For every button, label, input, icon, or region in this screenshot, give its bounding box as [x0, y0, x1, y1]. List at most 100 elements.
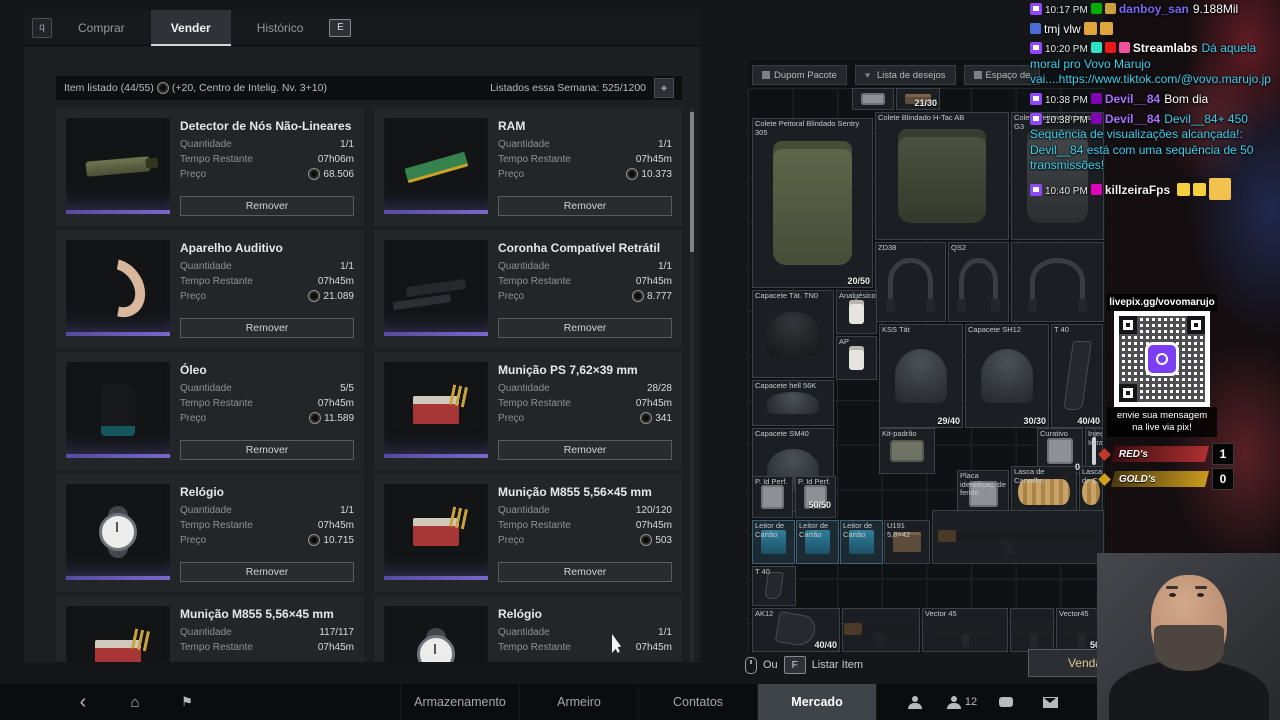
inventory-slot[interactable]: Leitor de Cartão	[840, 520, 883, 564]
inventory-slot[interactable]: AP	[836, 336, 877, 380]
tab-comprar[interactable]: Comprar	[58, 10, 145, 46]
chat-button[interactable]	[996, 684, 1016, 720]
inventory-slot[interactable]: Vector45 50	[1056, 608, 1103, 652]
inventory-slot[interactable]: T 40	[752, 566, 796, 606]
scrollbar-thumb[interactable]	[690, 112, 694, 252]
inventory-slot[interactable]	[842, 608, 920, 652]
inventory-slot[interactable]: Analgésico	[836, 290, 877, 334]
detector-icon	[85, 155, 151, 177]
squad-button[interactable]	[905, 684, 925, 720]
inventory-slot[interactable]: Capacete hell 56K	[752, 380, 834, 426]
mail-icon	[1042, 696, 1058, 708]
mail-button[interactable]	[1040, 684, 1060, 720]
inventory-slot[interactable]: AK12 40/40	[752, 608, 840, 652]
item-count: 0	[1074, 462, 1080, 472]
listing-card[interactable]: Detector de Nós Não-Lineares Quantidade 1…	[56, 108, 364, 226]
chat-username: killzeiraFps	[1104, 182, 1171, 197]
friends-button[interactable]: 12	[940, 684, 984, 720]
inventory-slot[interactable]: QS2	[948, 242, 1009, 322]
inventory-slot[interactable]: Colete Blindado H-Tac AB	[875, 112, 1009, 240]
flag-button[interactable]: ⚑	[172, 684, 202, 720]
inventory-slot[interactable]: ZD38	[875, 242, 946, 322]
inventory-slot[interactable]: Colete Peitoral Blindado Sentry 305 20/50	[752, 118, 873, 288]
inventory-slot[interactable]: U191 5,8×42	[884, 520, 930, 564]
item-name: U191 5,8×42	[887, 521, 911, 539]
time-label: Tempo Restante	[180, 275, 253, 287]
remove-button[interactable]: Remover	[498, 196, 672, 216]
listing-card[interactable]: Munição PS 7,62×39 mm Quantidade 28/28 Te…	[374, 352, 682, 470]
chat-time: 10:40 PM	[1045, 185, 1088, 197]
remove-button[interactable]: Remover	[498, 440, 672, 460]
listing-card[interactable]: Relógio Quantidade 1/1 Tempo Restante 07h4…	[374, 596, 682, 662]
inventory-slot[interactable]: P. Id Perf.	[752, 476, 793, 518]
ammo-box-icon	[413, 518, 459, 546]
time-value: 07h45m	[317, 641, 354, 653]
listing-card[interactable]: Munição M855 5,56×45 mm Quantidade 120/12…	[374, 474, 682, 592]
golds-label: GOLD's	[1119, 473, 1156, 485]
remove-button[interactable]: Remover	[498, 562, 672, 582]
listing-card[interactable]: Coronha Compatível Retrátil Quantidade 1/…	[374, 230, 682, 348]
shortcut-q-key: q	[32, 17, 52, 38]
quantity-value: 1/1	[340, 139, 354, 150]
time-label: Tempo Restante	[498, 641, 571, 653]
quantity-value: 1/1	[340, 505, 354, 516]
listing-card[interactable]: Aparelho Auditivo Quantidade 1/1 Tempo Re…	[56, 230, 364, 348]
space-button[interactable]: Espaço de	[963, 65, 1041, 85]
listing-card[interactable]: Relógio Quantidade 1/1 Tempo Restante 07h4…	[56, 474, 364, 592]
package-button[interactable]: Dupom Pacote	[752, 65, 847, 85]
nav-tab-armazenamento[interactable]: Armazenamento	[400, 684, 519, 720]
inventory-slot[interactable]: T 40 40/40	[1051, 324, 1103, 428]
inventory-slot[interactable]	[1010, 608, 1054, 652]
nav-tab-mercado[interactable]: Mercado	[757, 684, 877, 720]
time-value: 07h45m	[635, 275, 672, 287]
listing-card[interactable]: Óleo Quantidade 5/5 Tempo Restante 07h45m …	[56, 352, 364, 470]
chat-time: 10:38 PM	[1045, 94, 1088, 106]
inventory-slot[interactable]: Capacete SH12 30/30	[965, 324, 1049, 428]
donation-counters: RED's 1 GOLD's 0	[1098, 443, 1234, 494]
headset-icon	[886, 258, 935, 312]
inventory-slot[interactable]: Capacete Tát. TN0	[752, 290, 834, 378]
home-button[interactable]: ⌂	[120, 684, 150, 720]
item-name: Lasca de Carvalho	[1014, 467, 1045, 485]
expand-button[interactable]: +	[654, 78, 674, 98]
music-badge	[1090, 42, 1102, 54]
remove-button[interactable]: Remover	[180, 196, 354, 216]
inventory-slot[interactable]: KSS Tát 29/40	[879, 324, 963, 428]
inventory-slot[interactable]: Kit-padrão	[879, 428, 935, 474]
time-value: 07h06m	[317, 153, 354, 165]
quantity-label: Quantidade	[180, 261, 232, 272]
remove-button[interactable]: Remover	[180, 440, 354, 460]
remove-button[interactable]: Remover	[180, 318, 354, 338]
remove-button[interactable]: Remover	[498, 318, 672, 338]
sub-badge	[1090, 112, 1102, 124]
nav-tab-contatos[interactable]: Contatos	[638, 684, 757, 720]
helmet-icon	[980, 349, 1034, 403]
wishlist-button[interactable]: ♥ Lista de desejos	[854, 65, 956, 85]
inventory-slot[interactable]: 21/30	[896, 88, 940, 110]
heart-badge	[1104, 42, 1116, 54]
tab-vender[interactable]: Vender	[150, 9, 231, 46]
price-value: 341	[655, 412, 672, 424]
chat-username: Devil__84	[1104, 91, 1161, 106]
tab-historico[interactable]: Histórico	[237, 10, 324, 46]
inventory-slot[interactable]	[852, 88, 894, 110]
founder-badge	[1104, 3, 1116, 14]
listing-card[interactable]: RAM Quantidade 1/1 Tempo Restante 07h45m P…	[374, 108, 682, 226]
inventory-slot[interactable]: Leitor de Cartão	[752, 520, 795, 564]
listings-grid: Detector de Nós Não-Lineares Quantidade 1…	[56, 108, 682, 662]
item-name: Kit-padrão	[882, 429, 917, 438]
chat-text: tmj vlw	[1044, 21, 1081, 36]
inventory-slot[interactable]	[1011, 242, 1104, 322]
listing-card[interactable]: Munição M855 5,56×45 mm Quantidade 117/11…	[56, 596, 364, 662]
remove-button[interactable]: Remover	[180, 562, 354, 582]
chat-time: 10:38 PM	[1045, 114, 1088, 126]
inventory-slot[interactable]	[932, 510, 1104, 564]
item-thumbnail	[66, 362, 170, 458]
inventory-slot[interactable]: P. Id Perf.	[795, 476, 836, 518]
inventory-slot[interactable]: Leitor de Cartão	[796, 520, 839, 564]
item-name: ZD38	[878, 243, 897, 252]
scoped-rifle-icon	[844, 623, 916, 635]
inventory-slot[interactable]: Vector 45	[922, 608, 1008, 652]
nav-tab-armeiro[interactable]: Armeiro	[519, 684, 638, 720]
back-button[interactable]: ‹	[68, 684, 98, 720]
